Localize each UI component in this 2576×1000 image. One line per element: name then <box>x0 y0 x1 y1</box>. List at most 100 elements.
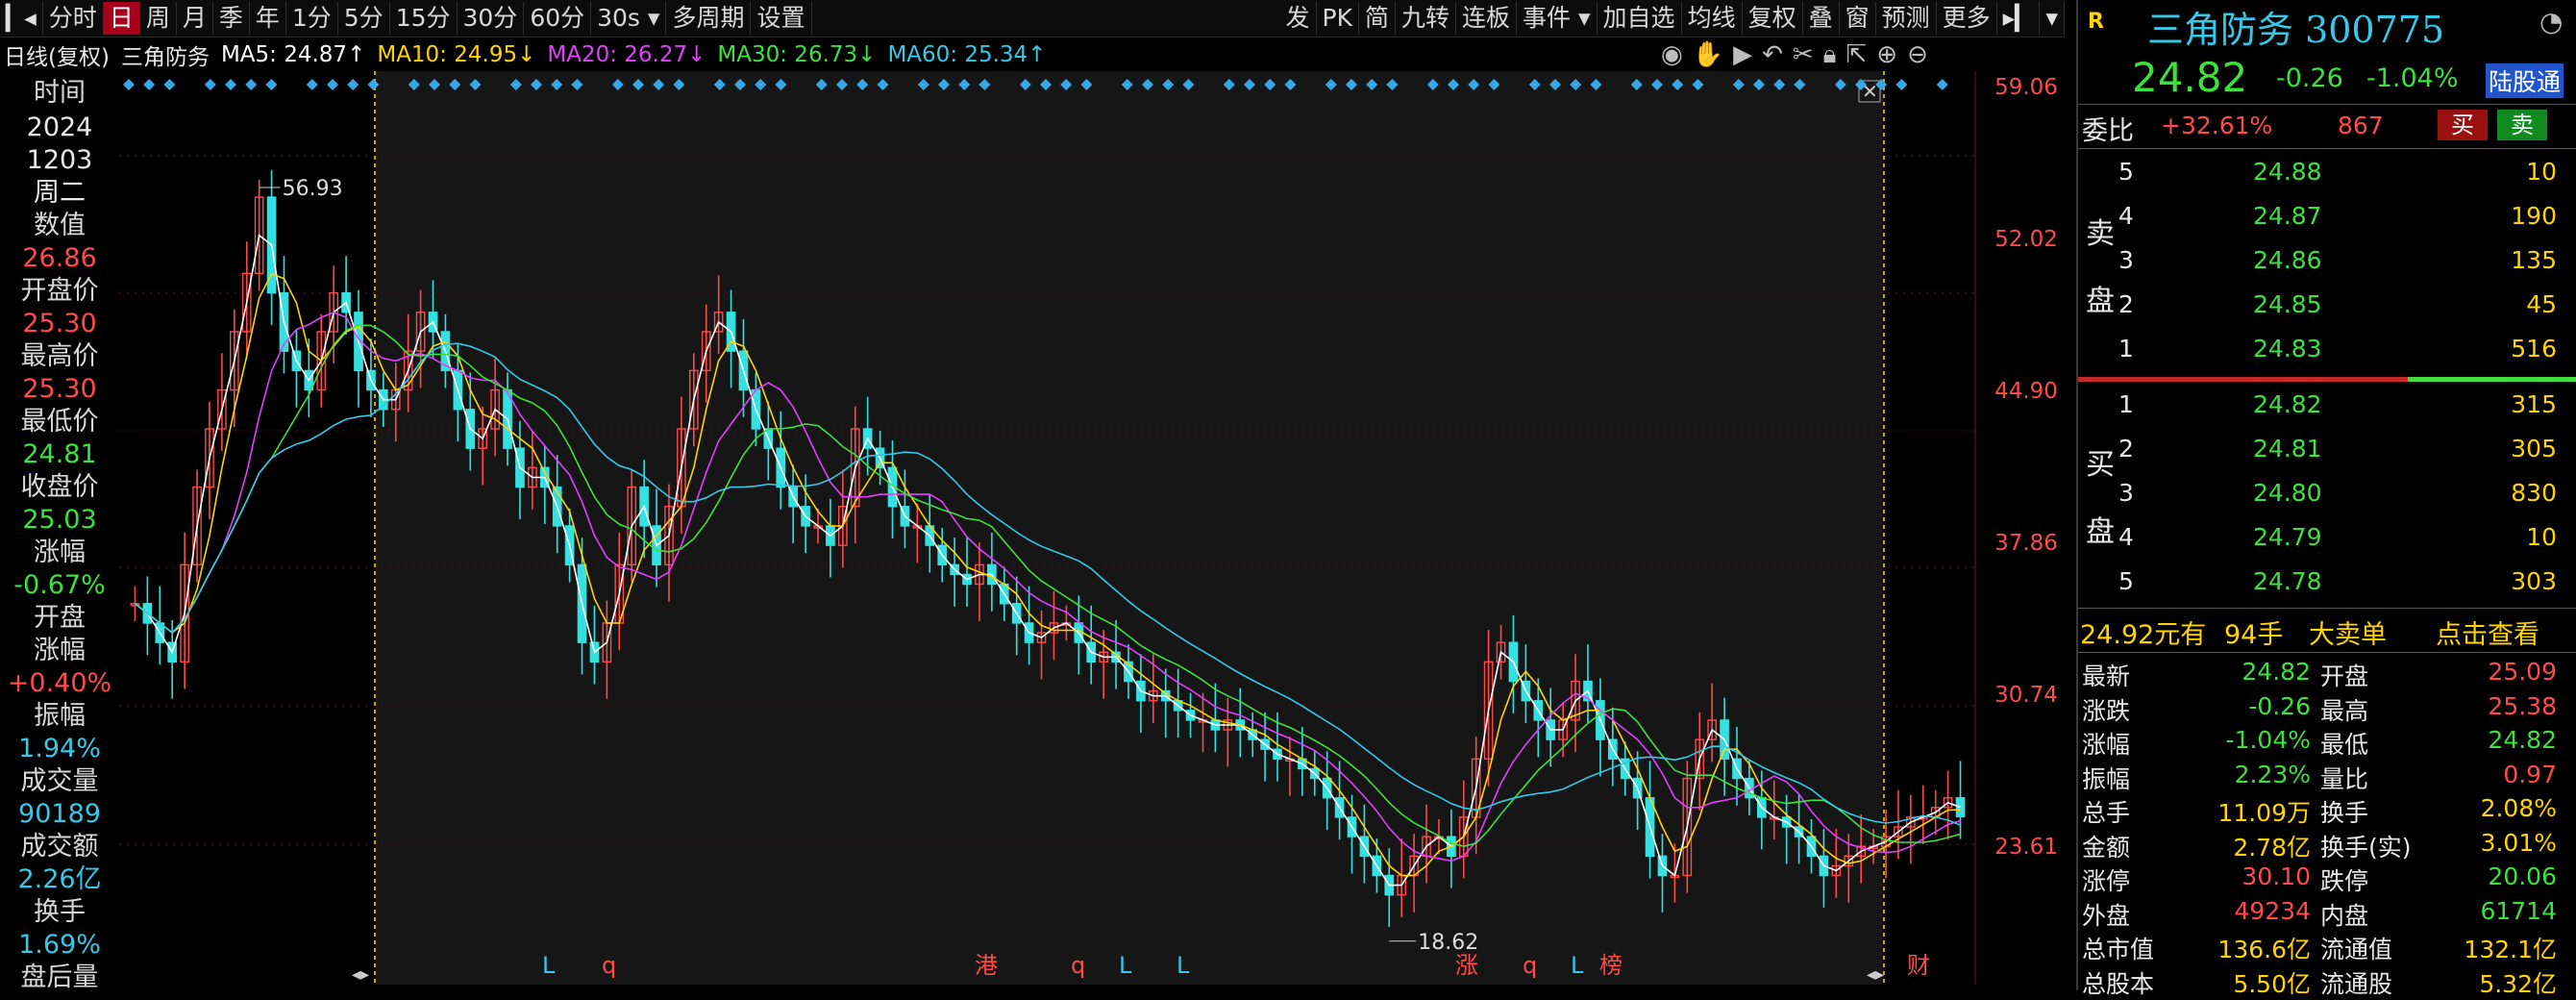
stat-value: 20.06 <box>2488 862 2557 890</box>
signal-diamond[interactable] <box>327 79 338 90</box>
undo-icon[interactable]: ↶ <box>1762 40 1783 69</box>
period-tab[interactable]: 15分 <box>390 2 458 35</box>
asks-price[interactable]: 24.86 <box>2253 246 2322 274</box>
period-label[interactable]: 日线(复权) <box>0 38 110 71</box>
candle-body[interactable] <box>1955 797 1966 818</box>
event-marker[interactable]: 财 <box>1907 952 1930 979</box>
asks-price[interactable]: 24.88 <box>2253 158 2322 186</box>
asks-volume: 190 <box>2511 202 2557 230</box>
weibi-label: 委比 <box>2082 116 2134 146</box>
hand-icon[interactable]: ✋ <box>1693 40 1723 69</box>
price-axis-label: 30.74 <box>1994 683 2058 708</box>
event-marker[interactable]: q <box>602 952 616 979</box>
bids-volume: 830 <box>2511 479 2557 507</box>
tool-tab[interactable]: 叠 <box>1803 2 1840 35</box>
stat-value: 5.50亿 <box>2233 969 2311 998</box>
tool-tab[interactable]: 均线 <box>1682 2 1743 35</box>
scroll-left-icon[interactable]: ◂▸ <box>352 964 369 985</box>
period-tab[interactable]: 季 <box>213 2 250 35</box>
bids-price[interactable]: 24.82 <box>2253 390 2322 418</box>
hk-connect-tag[interactable]: 陆股通 <box>2486 63 2564 98</box>
bids-price[interactable]: 24.81 <box>2253 435 2322 462</box>
tool-tab[interactable]: 预测 <box>1876 2 1937 35</box>
bids-price[interactable]: 24.79 <box>2253 523 2322 551</box>
scroll-right-icon[interactable]: ◂▸ <box>1867 964 1884 985</box>
asks-price[interactable]: 24.87 <box>2253 202 2322 230</box>
asks-volume: 516 <box>2511 335 2557 362</box>
tool-tab[interactable]: 加自选 <box>1598 2 1682 35</box>
scissors-icon[interactable]: ✂ <box>1793 40 1814 69</box>
period-tab[interactable]: 年 <box>250 2 286 35</box>
buy-button[interactable]: 买 <box>2438 110 2488 140</box>
period-tab[interactable]: 多周期 <box>666 2 752 35</box>
signal-diamond[interactable] <box>245 79 258 90</box>
signal-diamond[interactable] <box>1895 79 1908 90</box>
period-tab[interactable]: 月 <box>177 2 213 35</box>
tool-tab[interactable]: 复权 <box>1743 2 1803 35</box>
asks-price[interactable]: 24.83 <box>2253 335 2322 362</box>
event-marker[interactable]: q <box>1523 952 1537 979</box>
tool-tab[interactable]: 窗 <box>1840 2 1876 35</box>
event-marker[interactable]: 涨 <box>1455 952 1478 979</box>
restore-icon[interactable]: ⇱ <box>1846 40 1868 69</box>
info-cell: 涨幅 <box>34 538 86 567</box>
event-marker[interactable]: L <box>1177 952 1190 979</box>
period-tab[interactable]: 日 <box>103 2 140 35</box>
tool-tab[interactable]: 发 <box>1280 2 1317 35</box>
view-details-link[interactable]: 点击查看 <box>2436 613 2539 651</box>
bids-price[interactable]: 24.80 <box>2253 479 2322 507</box>
period-tab[interactable]: 5分 <box>338 2 390 35</box>
period-tab[interactable]: 60分 <box>524 2 592 35</box>
period-tab[interactable]: 分时 <box>43 2 104 35</box>
stat-label: 开盘 <box>2320 662 2369 690</box>
event-marker[interactable]: 榜 <box>1599 952 1622 979</box>
tool-tab[interactable]: 九转 <box>1396 2 1457 35</box>
period-tab[interactable]: 30分 <box>458 2 525 35</box>
signal-diamond[interactable] <box>123 79 135 90</box>
event-marker[interactable]: q <box>1071 952 1085 979</box>
signal-diamond[interactable] <box>163 79 176 90</box>
zoom-out-icon[interactable]: ⊖ <box>1907 40 1928 69</box>
period-tab[interactable]: 1分 <box>286 2 338 35</box>
dropdown-icon[interactable]: ▾ <box>2040 2 2065 35</box>
tool-tab[interactable]: 连板 <box>1456 2 1518 35</box>
play-icon[interactable]: ▶ <box>1733 40 1752 69</box>
sell-button[interactable]: 卖 <box>2497 110 2547 140</box>
event-marker[interactable]: L <box>542 952 556 979</box>
info-cell: 开盘 <box>34 603 86 633</box>
signal-diamond[interactable] <box>306 79 318 90</box>
zoom-in-icon[interactable]: ⊕ <box>1876 40 1897 69</box>
bids-price[interactable]: 24.78 <box>2253 567 2322 595</box>
tool-tab[interactable]: 事件 ▾ <box>1517 2 1598 35</box>
event-marker[interactable]: L <box>1119 952 1132 979</box>
sidebar-toggle-icon[interactable]: ▎◂ <box>0 2 43 35</box>
period-tab[interactable]: 30s ▾ <box>591 2 667 35</box>
signal-diamond[interactable] <box>204 79 216 90</box>
tool-tab[interactable]: 简 <box>1359 2 1397 35</box>
signal-diamond[interactable] <box>265 79 278 90</box>
event-marker[interactable]: L <box>1571 952 1584 979</box>
tool-tab[interactable]: PK <box>1317 2 1359 35</box>
asks-level: 4 <box>2118 202 2134 230</box>
settings-icon[interactable]: ◔ <box>2539 6 2563 38</box>
selection-range[interactable] <box>375 71 1884 985</box>
signal-diamond[interactable] <box>225 79 236 90</box>
signal-diamond[interactable] <box>347 79 359 90</box>
info-cell: 成交额 <box>20 832 99 862</box>
bids-level: 3 <box>2118 479 2134 507</box>
period-tab[interactable]: 周 <box>140 2 177 35</box>
signal-diamond[interactable] <box>1936 79 1948 90</box>
collapse-right-icon[interactable]: ▸▎ <box>1997 2 2041 35</box>
asks-price[interactable]: 24.85 <box>2253 290 2322 318</box>
signal-diamond[interactable] <box>143 79 156 90</box>
price-axis-label: 23.61 <box>1994 835 2058 860</box>
period-tab[interactable]: 设置 <box>751 2 812 35</box>
stat-value: 30.10 <box>2242 862 2311 890</box>
lock-icon[interactable]: 🔒︎ <box>1823 40 1837 70</box>
kline-chart[interactable]: ✕56.9318.62L q 港 q L L 涨 q L 榜财◂▸ ◂▸ <box>119 71 1976 985</box>
eye-icon[interactable]: ◉ <box>1661 40 1683 69</box>
event-marker[interactable]: 港 <box>975 952 998 979</box>
asks-volume: 45 <box>2526 290 2557 318</box>
tool-tab[interactable]: 更多 <box>1937 2 1997 35</box>
stat-label: 涨停 <box>2082 867 2131 895</box>
